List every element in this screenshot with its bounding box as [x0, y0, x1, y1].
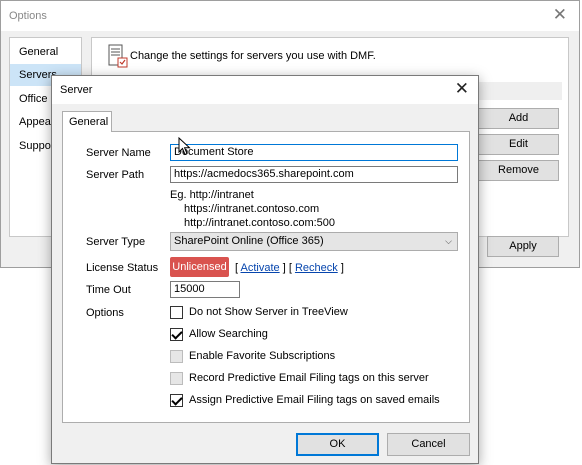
- server-path-label: Server Path: [86, 169, 145, 181]
- option-label-assign-predictive: Assign Predictive Email Filing tags on s…: [189, 394, 440, 406]
- timeout-label: Time Out: [86, 284, 131, 296]
- sidebar-item-general[interactable]: General: [10, 41, 81, 63]
- cancel-button[interactable]: Cancel: [387, 433, 470, 456]
- activate-link[interactable]: Activate: [241, 262, 280, 274]
- server-settings-icon: [108, 44, 128, 68]
- remove-button[interactable]: Remove: [478, 160, 559, 181]
- apply-button[interactable]: Apply: [487, 236, 559, 257]
- options-title: Options: [9, 10, 47, 22]
- license-status-label: License Status: [86, 262, 159, 274]
- mouse-cursor-icon: [178, 137, 191, 156]
- options-titlebar: Options ✕: [1, 1, 579, 31]
- server-path-input[interactable]: https://acmedocs365.sharepoint.com: [170, 166, 458, 183]
- ok-button[interactable]: OK: [296, 433, 379, 456]
- license-status-badge: Unlicensed: [170, 257, 229, 277]
- general-tab-panel: Server Name Document Store Server Path h…: [62, 131, 470, 423]
- option-label-favorite-subscriptions: Enable Favorite Subscriptions: [189, 350, 336, 362]
- bracket-close: ]: [340, 262, 344, 274]
- option-label-hide-treeview: Do not Show Server in TreeView: [189, 306, 348, 318]
- tab-general[interactable]: General: [62, 111, 112, 132]
- bracket-open: [: [235, 262, 239, 274]
- server-dialog: Server ✕ Server Name Document Store Serv…: [51, 75, 479, 464]
- server-type-label: Server Type: [86, 236, 146, 248]
- server-type-select[interactable]: SharePoint Online (Office 365) ⌵: [170, 232, 458, 251]
- dialog-titlebar: Server ✕: [52, 76, 478, 104]
- server-name-input[interactable]: Document Store: [170, 144, 458, 161]
- dialog-title: Server: [60, 84, 93, 96]
- option-checkbox-assign-predictive[interactable]: [170, 394, 183, 407]
- option-checkbox-hide-treeview[interactable]: [170, 306, 183, 319]
- example-line-1: Eg. http://intranet: [170, 189, 254, 201]
- add-button[interactable]: Add: [478, 108, 559, 129]
- recheck-link[interactable]: Recheck: [295, 262, 338, 274]
- example-line-2: https://intranet.contoso.com: [184, 203, 320, 215]
- bracket-mid: ] [: [282, 262, 292, 274]
- options-description: Change the settings for servers you use …: [130, 50, 376, 62]
- option-checkbox-record-predictive[interactable]: [170, 372, 183, 385]
- timeout-input[interactable]: 15000: [170, 281, 240, 298]
- server-name-label: Server Name: [86, 147, 151, 159]
- close-icon[interactable]: ✕: [455, 79, 469, 99]
- edit-button[interactable]: Edit: [478, 134, 559, 155]
- option-label-allow-searching: Allow Searching: [189, 328, 268, 340]
- chevron-down-icon: ⌵: [445, 236, 452, 246]
- server-type-value: SharePoint Online (Office 365): [174, 235, 324, 247]
- option-label-record-predictive: Record Predictive Email Filing tags on t…: [189, 372, 429, 384]
- option-checkbox-allow-searching[interactable]: [170, 328, 183, 341]
- close-icon[interactable]: ✕: [553, 5, 567, 25]
- option-checkbox-favorite-subscriptions[interactable]: [170, 350, 183, 363]
- license-links: [ Activate ] [ Recheck ]: [235, 262, 344, 274]
- example-line-3: http://intranet.contoso.com:500: [184, 217, 336, 229]
- options-label: Options: [86, 307, 124, 319]
